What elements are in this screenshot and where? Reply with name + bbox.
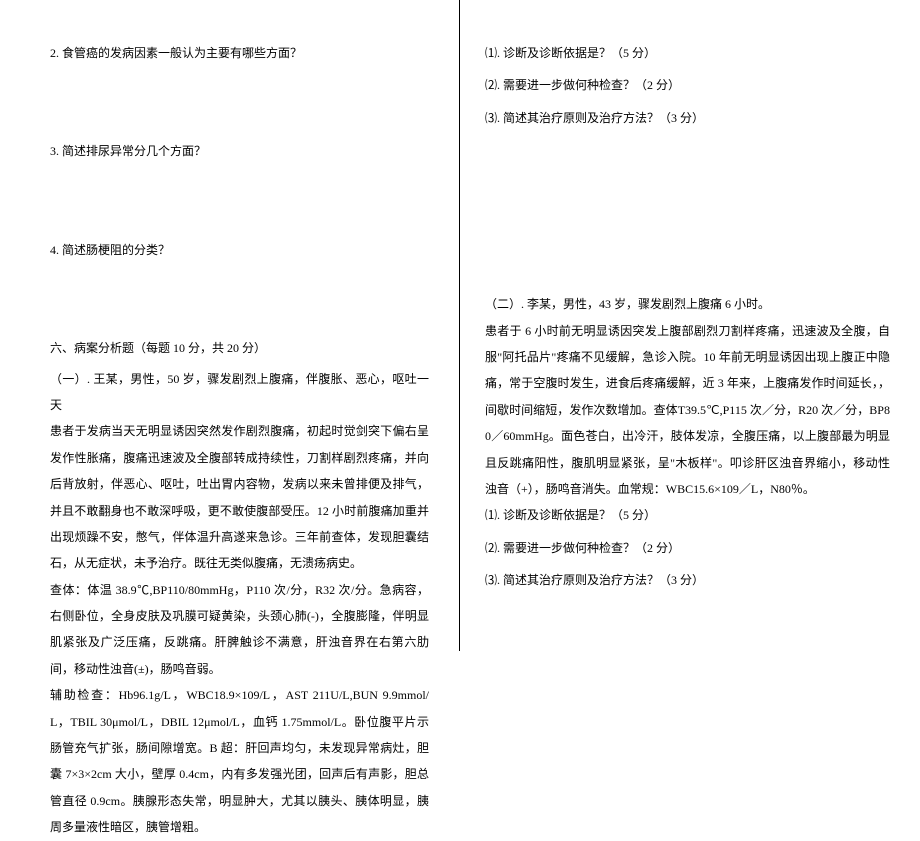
case1-p1-text: 患者于发病当天无明显诱因突然发作剧烈腹痛，初起时觉剑突下偏右呈发作性胀痛，腹痛迅… <box>50 424 429 570</box>
subquestion-1-text: ⑴. 诊断及诊断依据是？（5 分） <box>485 46 656 60</box>
case2-intro-text: （二）. 李某，男性，43 岁，骤发剧烈上腹痛 6 小时。 <box>485 297 770 311</box>
case2-sub3-text: ⑶. 简述其治疗原则及治疗方法？（3 分） <box>485 573 704 587</box>
case2-subquestion-1: ⑴. 诊断及诊断依据是？（5 分） <box>485 502 890 528</box>
case1-paragraph-2: 查体：体温 38.9℃,BP110/80mmHg，P110 次/分，R32 次/… <box>50 577 429 683</box>
question-4-text: 4. 简述肠梗阻的分类？ <box>50 243 170 257</box>
case1-paragraph-1: 患者于发病当天无明显诱因突然发作剧烈腹痛，初起时觉剑突下偏右呈发作性胀痛，腹痛迅… <box>50 418 429 576</box>
case2-subquestion-2: ⑵. 需要进一步做何种检查？（2 分） <box>485 535 890 561</box>
section-6-header: 六、病案分析题（每题 10 分，共 20 分） <box>50 335 429 361</box>
question-2: 2. 食管癌的发病因素一般认为主要有哪些方面？ <box>50 40 429 66</box>
subquestion-2-text: ⑵. 需要进一步做何种检查？（2 分） <box>485 78 680 92</box>
subquestion-1: ⑴. 诊断及诊断依据是？（5 分） <box>485 40 890 66</box>
subquestion-3-text: ⑶. 简述其治疗原则及治疗方法？（3 分） <box>485 111 704 125</box>
section-6-header-text: 六、病案分析题（每题 10 分，共 20 分） <box>50 341 266 355</box>
case2-paragraph-1: 患者于 6 小时前无明显诱因突发上腹部剧烈刀割样疼痛，迅速波及全腹，自服"阿托品… <box>485 318 890 503</box>
case2-p1-text: 患者于 6 小时前无明显诱因突发上腹部剧烈刀割样疼痛，迅速波及全腹，自服"阿托品… <box>485 324 890 496</box>
case1-p2-text: 查体：体温 38.9℃,BP110/80mmHg，P110 次/分，R32 次/… <box>50 583 429 676</box>
case2-sub1-text: ⑴. 诊断及诊断依据是？（5 分） <box>485 508 656 522</box>
right-column: ⑴. 诊断及诊断依据是？（5 分） ⑵. 需要进一步做何种检查？（2 分） ⑶.… <box>460 0 920 651</box>
case1-p3-text: 辅助检查：Hb96.1g/L，WBC18.9×109/L，AST 211U/L,… <box>50 688 429 834</box>
case1-paragraph-3: 辅助检查：Hb96.1g/L，WBC18.9×109/L，AST 211U/L,… <box>50 682 429 840</box>
case1-intro-text: （一）. 王某，男性，50 岁，骤发剧烈上腹痛，伴腹胀、恶心，呕吐一天 <box>50 372 429 412</box>
subquestion-3: ⑶. 简述其治疗原则及治疗方法？（3 分） <box>485 105 890 131</box>
question-3-text: 3. 简述排尿异常分几个方面？ <box>50 144 206 158</box>
question-2-text: 2. 食管癌的发病因素一般认为主要有哪些方面？ <box>50 46 302 60</box>
case2-subquestion-3: ⑶. 简述其治疗原则及治疗方法？（3 分） <box>485 567 890 593</box>
question-3: 3. 简述排尿异常分几个方面？ <box>50 138 429 164</box>
question-4: 4. 简述肠梗阻的分类？ <box>50 237 429 263</box>
case2-sub2-text: ⑵. 需要进一步做何种检查？（2 分） <box>485 541 680 555</box>
left-column: 2. 食管癌的发病因素一般认为主要有哪些方面？ 3. 简述排尿异常分几个方面？ … <box>0 0 460 651</box>
page-container: 2. 食管癌的发病因素一般认为主要有哪些方面？ 3. 简述排尿异常分几个方面？ … <box>0 0 920 651</box>
case2-intro: （二）. 李某，男性，43 岁，骤发剧烈上腹痛 6 小时。 <box>485 291 890 317</box>
case1-intro: （一）. 王某，男性，50 岁，骤发剧烈上腹痛，伴腹胀、恶心，呕吐一天 <box>50 366 429 419</box>
subquestion-2: ⑵. 需要进一步做何种检查？（2 分） <box>485 72 890 98</box>
